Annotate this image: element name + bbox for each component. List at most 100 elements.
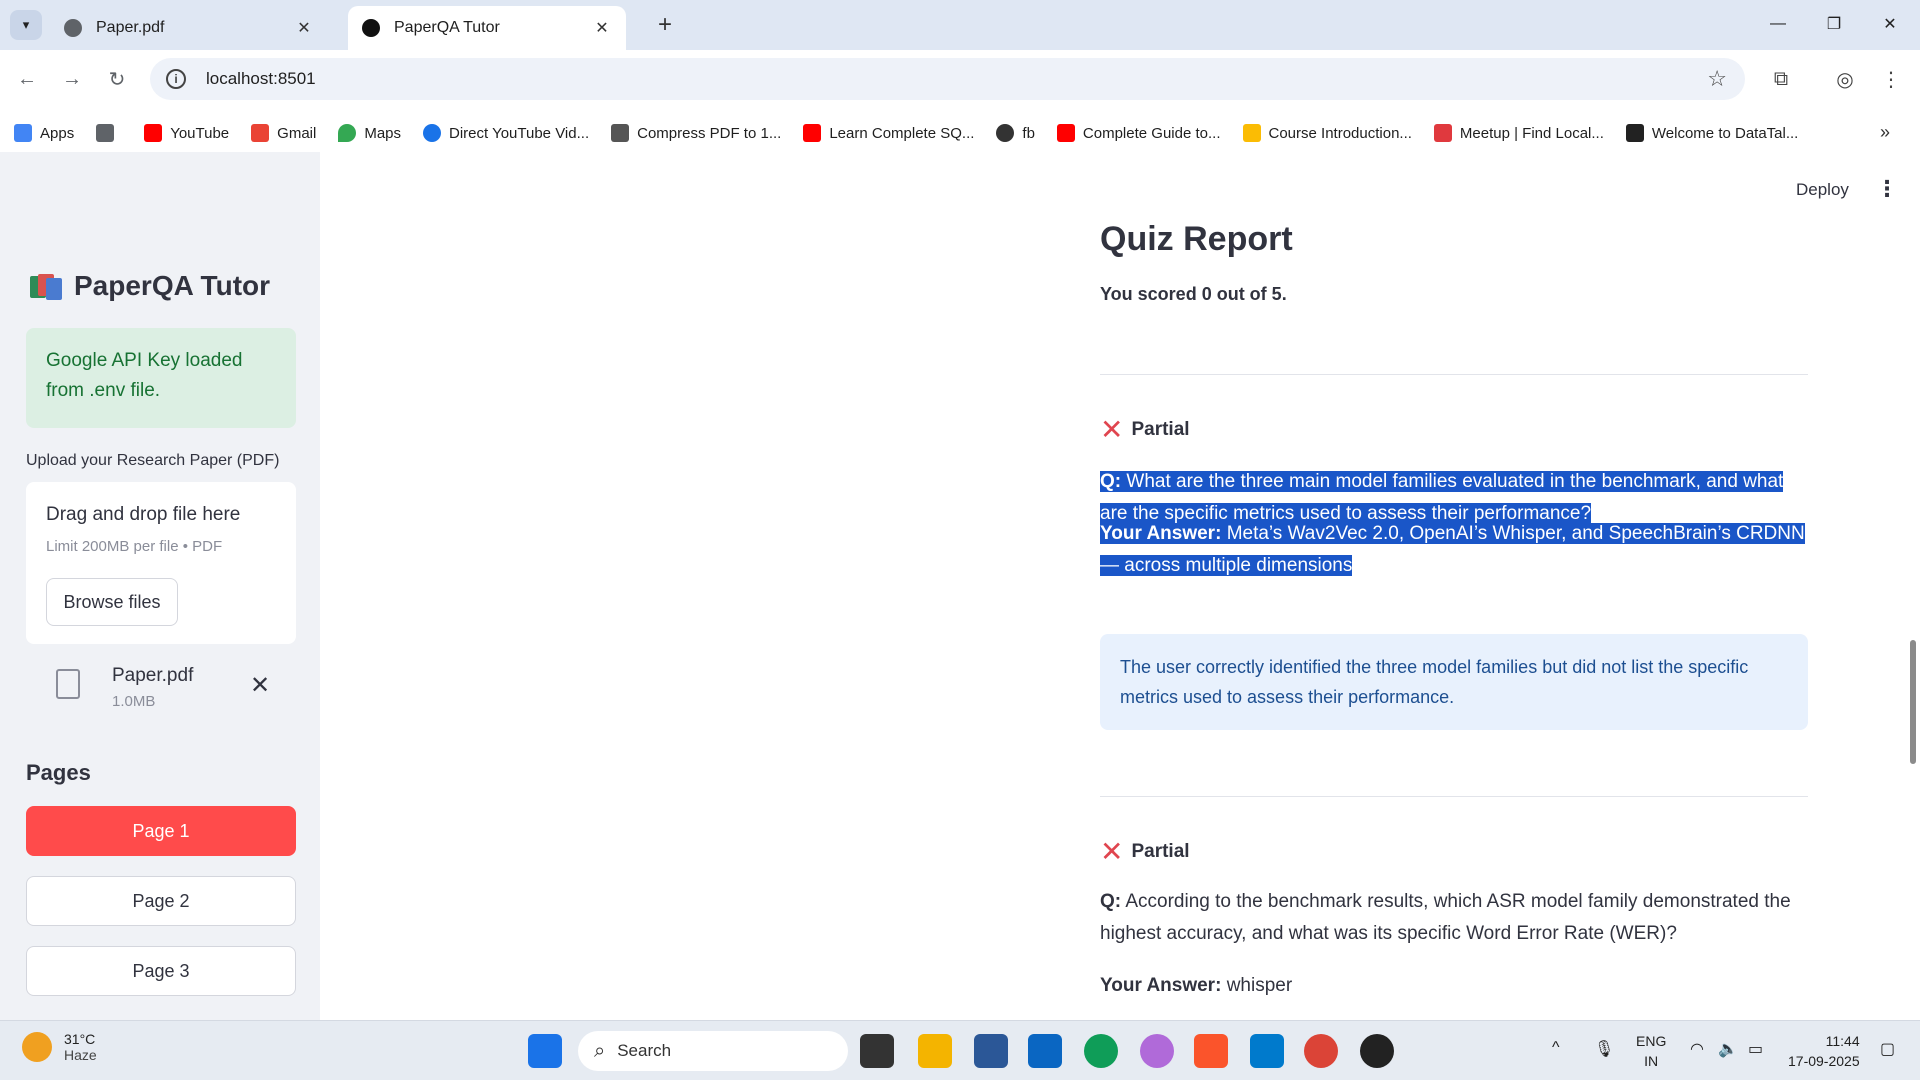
deploy-button[interactable]: Deploy xyxy=(1796,180,1849,200)
bookmark-maps[interactable]: Maps xyxy=(338,124,401,142)
bookmark-tab-groups[interactable] xyxy=(96,124,122,142)
drive-icon xyxy=(1242,124,1261,142)
battery-icon[interactable]: ▭ xyxy=(1748,1039,1763,1059)
gmail-icon xyxy=(251,124,270,142)
obs-icon[interactable] xyxy=(1360,1034,1394,1068)
browser-toolbar: ← → ↻ i localhost:8501 ☆ ⧉ ◎ ⋮ Apps YouT… xyxy=(0,50,1920,156)
dropzone-title: Drag and drop file here xyxy=(46,504,241,525)
copilot-icon[interactable] xyxy=(1140,1034,1174,1068)
brand-title: PaperQA Tutor xyxy=(74,270,271,301)
clock[interactable]: 11:44 17-09-2025 xyxy=(1788,1031,1860,1071)
profile-icon[interactable]: ◎ xyxy=(1828,62,1862,96)
score-text: You scored 0 out of 5. xyxy=(1100,284,1287,304)
file-size: 1.0MB xyxy=(112,693,156,710)
back-arrow-icon[interactable]: ← xyxy=(10,62,44,96)
more-bookmarks-icon[interactable]: » xyxy=(1880,122,1890,143)
bookmark-compress-pdf[interactable]: Compress PDF to 1... xyxy=(611,124,781,142)
question-status: ✕ Partial xyxy=(1100,836,1190,867)
bookmark-apps[interactable]: Apps xyxy=(14,124,74,142)
remove-file-icon[interactable]: ✕ xyxy=(250,671,270,700)
page-3-button[interactable]: Page 3 xyxy=(26,946,296,996)
bookmark-fb[interactable]: fb xyxy=(996,124,1035,142)
browser-tab-paper-pdf[interactable]: Paper.pdf ✕ xyxy=(50,6,328,50)
taskbar-search[interactable]: ⌕ Search xyxy=(578,1031,848,1071)
browser-tab-paperqa-tutor[interactable]: PaperQA Tutor ✕ xyxy=(348,6,626,50)
meetup-icon xyxy=(1433,124,1452,142)
forward-arrow-icon[interactable]: → xyxy=(55,62,89,96)
youtube-icon xyxy=(803,124,822,142)
address-bar[interactable]: i localhost:8501 ☆ xyxy=(150,58,1745,100)
main-content: Deploy ⋮ Quiz Report You scored 0 out of… xyxy=(320,152,1920,1020)
microphone-icon[interactable]: 🎙 xyxy=(1594,1039,1614,1059)
globe-icon xyxy=(64,19,82,37)
close-tab-icon[interactable]: ✕ xyxy=(592,18,612,38)
file-dropzone[interactable]: Drag and drop file here Limit 200MB per … xyxy=(26,482,296,644)
weather-widget[interactable]: 31°C Haze xyxy=(22,1031,97,1063)
file-explorer-icon[interactable] xyxy=(918,1034,952,1068)
close-window-button[interactable]: ✕ xyxy=(1870,8,1910,40)
user-answer: Your Answer: Meta’s Wav2Vec 2.0, OpenAI’… xyxy=(1100,523,1805,576)
brave-icon[interactable] xyxy=(1194,1034,1228,1068)
youtube-icon xyxy=(144,124,163,142)
bookmark-datatalks[interactable]: Welcome to DataTal... xyxy=(1625,124,1798,142)
page-2-button[interactable]: Page 2 xyxy=(26,876,296,926)
apps-grid-icon xyxy=(14,124,32,142)
pages-heading: Pages xyxy=(26,760,91,785)
bookmark-course-intro[interactable]: Course Introduction... xyxy=(1242,124,1412,142)
url-text: localhost:8501 xyxy=(206,69,316,88)
download-circle-icon xyxy=(423,124,442,142)
app-viewport: PaperQA Tutor Google API Key loaded from… xyxy=(0,152,1920,1020)
new-tab-button[interactable]: + xyxy=(650,10,680,40)
windows-start-icon[interactable] xyxy=(528,1034,562,1068)
bookmark-youtube[interactable]: YouTube xyxy=(144,124,229,142)
dropzone-limit: Limit 200MB per file • PDF xyxy=(46,538,223,555)
bookmark-gmail[interactable]: Gmail xyxy=(251,124,316,142)
bookmark-meetup[interactable]: Meetup | Find Local... xyxy=(1433,124,1604,142)
extensions-icon[interactable]: ⧉ xyxy=(1764,62,1798,96)
tab-search-button[interactable]: ▾ xyxy=(10,10,42,40)
taskbar: 31°C Haze ⌕ Search ^ 🎙 ENG IN ◠ 🔈 ▭ 11:4… xyxy=(0,1020,1920,1080)
site-info-icon[interactable]: i xyxy=(166,69,186,89)
bookmark-direct-youtube[interactable]: Direct YouTube Vid... xyxy=(423,124,589,142)
reload-icon[interactable]: ↻ xyxy=(100,62,134,96)
notifications-icon[interactable]: ▢ xyxy=(1880,1039,1895,1059)
browser-menu-icon[interactable]: ⋮ xyxy=(1874,62,1908,96)
bookmark-complete-guide[interactable]: Complete Guide to... xyxy=(1056,124,1221,142)
edge-icon[interactable] xyxy=(1084,1034,1118,1068)
browser-tab-bar: ▾ Paper.pdf ✕ PaperQA Tutor ✕ + — ❐ ✕ xyxy=(0,0,1920,50)
sidebar: PaperQA Tutor Google API Key loaded from… xyxy=(0,152,320,1020)
api-key-success-alert: Google API Key loaded from .env file. xyxy=(26,328,296,428)
show-hidden-icons-icon[interactable]: ^ xyxy=(1552,1039,1560,1057)
terminal-icon[interactable] xyxy=(860,1034,894,1068)
divider xyxy=(1100,796,1808,797)
app-icon[interactable] xyxy=(1028,1034,1062,1068)
cross-icon: ✕ xyxy=(1100,836,1124,867)
upload-label: Upload your Research Paper (PDF) xyxy=(26,452,280,469)
bookmark-star-icon[interactable]: ☆ xyxy=(1707,66,1727,92)
user-answer: Your Answer: whisper xyxy=(1100,975,1293,996)
store-icon[interactable] xyxy=(974,1034,1008,1068)
weather-temp: 31°C xyxy=(64,1031,96,1047)
tab-title: Paper.pdf xyxy=(96,19,165,36)
chrome-icon[interactable] xyxy=(1304,1034,1338,1068)
page-title: Quiz Report xyxy=(1100,220,1293,258)
vscode-icon[interactable] xyxy=(1250,1034,1284,1068)
books-icon xyxy=(30,272,62,300)
scrollbar-thumb[interactable] xyxy=(1910,640,1916,764)
divider xyxy=(1100,374,1808,375)
chevron-down-icon: ▾ xyxy=(22,17,30,32)
wifi-icon[interactable]: ◠ xyxy=(1690,1039,1704,1059)
weather-desc: Haze xyxy=(64,1047,97,1063)
close-tab-icon[interactable]: ✕ xyxy=(294,18,314,38)
tab-title: PaperQA Tutor xyxy=(394,19,500,36)
browse-files-button[interactable]: Browse files xyxy=(46,578,178,626)
page-1-button[interactable]: Page 1 xyxy=(26,806,296,856)
volume-icon[interactable]: 🔈 xyxy=(1718,1039,1738,1059)
weather-haze-icon xyxy=(22,1032,52,1062)
restore-button[interactable]: ❐ xyxy=(1814,8,1854,40)
input-language[interactable]: ENG IN xyxy=(1636,1031,1666,1071)
minimize-button[interactable]: — xyxy=(1758,8,1798,40)
bookmark-learn-sql[interactable]: Learn Complete SQ... xyxy=(803,124,974,142)
compress-icon xyxy=(611,124,630,142)
app-menu-icon[interactable]: ⋮ xyxy=(1876,176,1898,202)
